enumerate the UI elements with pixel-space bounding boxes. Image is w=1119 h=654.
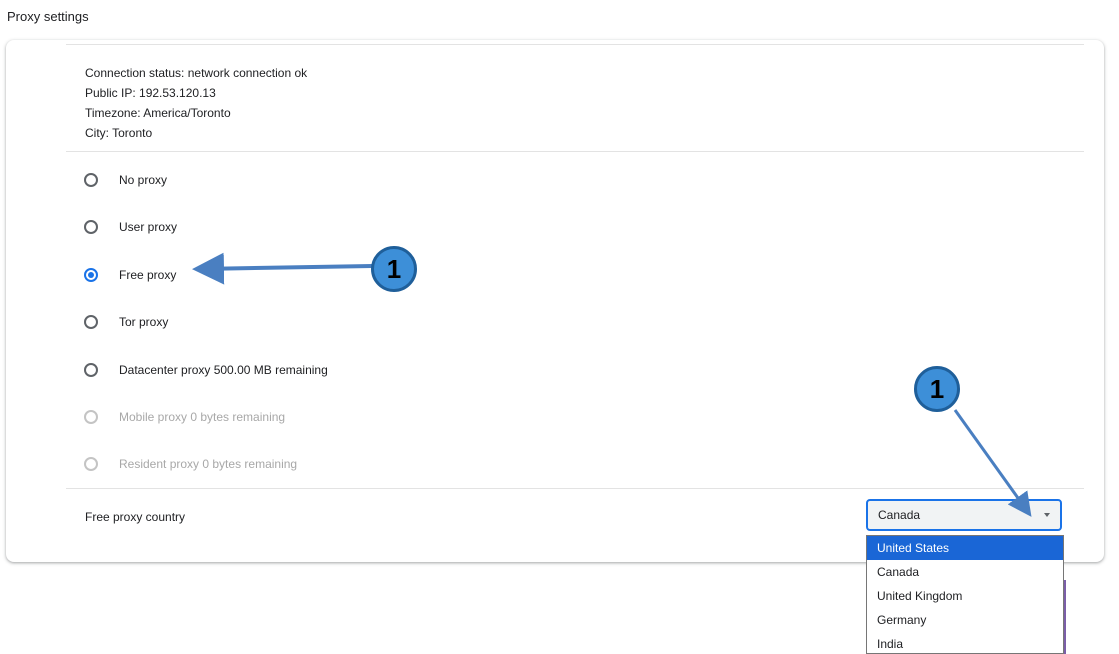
- arrow-to-free-proxy: [192, 252, 373, 285]
- annotation-badge-1: 1: [371, 246, 417, 292]
- annotation-badge-2: 1: [914, 366, 960, 412]
- arrow-to-country-select: [953, 409, 1032, 517]
- annotation-arrows: [192, 252, 1032, 517]
